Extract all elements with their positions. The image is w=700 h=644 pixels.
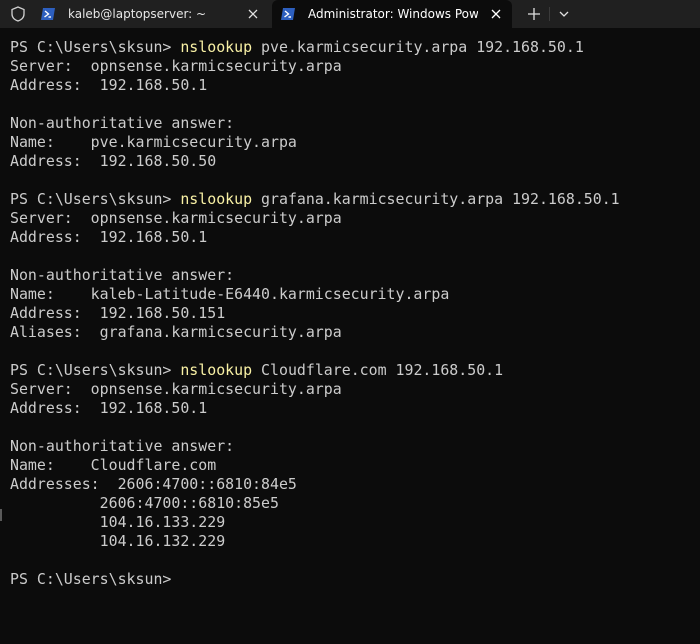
close-icon[interactable] [488, 6, 504, 22]
powershell-icon [281, 8, 295, 20]
terminal-output-line: Aliases: grafana.karmicsecurity.arpa [10, 323, 342, 341]
tab-administrator-powershell[interactable]: Administrator: Windows Powe [272, 0, 512, 28]
terminal-prompt-line: PS C:\Users\sksun> nslookup pve.karmicse… [10, 38, 695, 57]
terminal-output-line: 2606:4700::6810:85e5 [10, 494, 279, 512]
command-name: nslookup [180, 38, 253, 56]
command-name: nslookup [180, 361, 253, 379]
command-name: nslookup [180, 190, 253, 208]
terminal-output-line: Name: pve.karmicsecurity.arpa [10, 133, 297, 151]
terminal-window: kaleb@laptopserver: ~ Administrator: Win… [0, 0, 700, 644]
scroll-edge-marker [0, 509, 2, 521]
terminal-prompt-line: PS C:\Users\sksun> nslookup grafana.karm… [10, 190, 695, 209]
prompt-text: PS C:\Users\sksun> [10, 361, 181, 379]
prompt-text: PS C:\Users\sksun> [10, 570, 172, 588]
terminal-output-line: Server: opnsense.karmicsecurity.arpa [10, 209, 342, 227]
terminal-output-line: Address: 192.168.50.1 [10, 399, 208, 417]
shield-icon [11, 6, 25, 22]
tab-title: kaleb@laptopserver: ~ [68, 7, 207, 21]
command-args: pve.karmicsecurity.arpa 192.168.50.1 [252, 38, 584, 56]
toolbar-divider [549, 7, 550, 21]
chevron-down-icon[interactable] [552, 4, 576, 24]
terminal-output-line: Address: 192.168.50.151 [10, 304, 226, 322]
close-icon[interactable] [245, 6, 261, 22]
terminal-prompt-line: PS C:\Users\sksun> [10, 570, 695, 589]
terminal-output-line: 104.16.133.229 [10, 513, 226, 531]
terminal-output-line: 104.16.132.229 [10, 532, 226, 550]
tab-bar: kaleb@laptopserver: ~ Administrator: Win… [0, 0, 700, 28]
terminal-output-line: Server: opnsense.karmicsecurity.arpa [10, 380, 342, 398]
prompt-text: PS C:\Users\sksun> [10, 38, 181, 56]
powershell-icon [41, 8, 55, 20]
prompt-text: PS C:\Users\sksun> [10, 190, 181, 208]
terminal-output-line: Address: 192.168.50.50 [10, 152, 217, 170]
terminal-output-line: Server: opnsense.karmicsecurity.arpa [10, 57, 342, 75]
terminal-output-line: Non-authoritative answer: [10, 437, 235, 455]
terminal-output-line: Name: kaleb-Latitude-E6440.karmicsecurit… [10, 285, 450, 303]
plus-icon[interactable] [522, 4, 546, 24]
terminal-output-line: Name: Cloudflare.com [10, 456, 217, 474]
terminal-output-line: Addresses: 2606:4700::6810:84e5 [10, 475, 297, 493]
terminal-output-line: Non-authoritative answer: [10, 114, 235, 132]
terminal-output-line: Address: 192.168.50.1 [10, 228, 208, 246]
command-args: Cloudflare.com 192.168.50.1 [252, 361, 504, 379]
tab-ubuntu[interactable]: kaleb@laptopserver: ~ [32, 0, 269, 28]
terminal-prompt-line: PS C:\Users\sksun> nslookup Cloudflare.c… [10, 361, 695, 380]
command-args: grafana.karmicsecurity.arpa 192.168.50.1 [252, 190, 620, 208]
tab-title: Administrator: Windows Powe [308, 7, 478, 21]
terminal-output[interactable]: PS C:\Users\sksun> nslookup pve.karmicse… [10, 38, 695, 638]
terminal-output-line: Address: 192.168.50.1 [10, 76, 208, 94]
terminal-output-line: Non-authoritative answer: [10, 266, 235, 284]
